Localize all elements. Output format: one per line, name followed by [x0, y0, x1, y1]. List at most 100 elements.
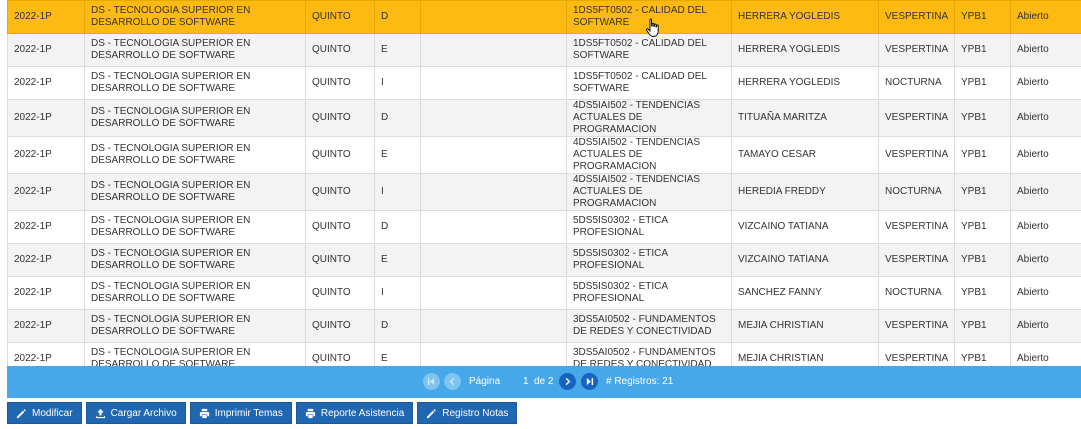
cell-paralelo: D — [374, 99, 421, 137]
upload-icon — [95, 408, 105, 418]
cell-aula: YPB1 — [954, 66, 1011, 100]
prev-page-button[interactable] — [444, 373, 461, 390]
cell-asignatura: 1DS5FT0502 - CALIDAD DEL SOFTWARE — [566, 33, 732, 67]
table-row[interactable]: 2022-1P DS - TECNOLOGIA SUPERIOR EN DESAR… — [7, 99, 1081, 137]
cell-aula: YPB1 — [954, 276, 1011, 310]
cell-aula: YPB1 — [954, 99, 1011, 137]
cell-asignatura: 3DS5AI0502 - FUNDAMENTOS DE REDES Y CONE… — [566, 309, 732, 343]
cell-nivel: QUINTO — [305, 210, 375, 244]
table-row[interactable]: 2022-1P DS - TECNOLOGIA SUPERIOR EN DESAR… — [7, 33, 1081, 67]
cell-estado: Abierto — [1010, 173, 1081, 211]
cell-jornada: VESPERTINA — [878, 243, 955, 277]
table-row[interactable]: 2022-1P DS - TECNOLOGIA SUPERIOR EN DESAR… — [7, 66, 1081, 100]
cell-aula: YPB1 — [954, 243, 1011, 277]
hand-cursor-icon — [646, 18, 659, 37]
pencil-icon — [16, 408, 26, 418]
cell-carrera: DS - TECNOLOGIA SUPERIOR EN DESARROLLO D… — [84, 136, 306, 174]
modificar-label: Modificar — [32, 407, 73, 419]
cell-carrera: DS - TECNOLOGIA SUPERIOR EN DESARROLLO D… — [84, 99, 306, 137]
current-page: 1 — [523, 376, 529, 387]
cell-extra — [420, 276, 567, 310]
page-label: Página — [469, 376, 501, 387]
cell-asignatura: 1DS5FT0502 - CALIDAD DEL SOFTWARE — [566, 66, 732, 100]
pencil-icon — [427, 408, 437, 418]
cell-paralelo: D — [374, 309, 421, 343]
cell-nivel: QUINTO — [305, 276, 375, 310]
cell-estado: Abierto — [1010, 0, 1081, 34]
cell-extra — [420, 243, 567, 277]
cell-aula: YPB1 — [954, 309, 1011, 343]
cell-paralelo: E — [374, 243, 421, 277]
cell-estado: Abierto — [1010, 33, 1081, 67]
reporte-asistencia-button[interactable]: Reporte Asistencia — [295, 402, 414, 424]
cell-jornada: VESPERTINA — [878, 136, 955, 174]
cell-aula: YPB1 — [954, 0, 1011, 34]
cell-asignatura: 5DS5IS0302 - ETICA PROFESIONAL — [566, 210, 732, 244]
cell-nivel: QUINTO — [305, 66, 375, 100]
cell-asignatura: 4DS5IAI502 - TENDENCIAS ACTUALES DE PROG… — [566, 99, 732, 137]
cell-jornada: NOCTURNA — [878, 66, 955, 100]
imprimir-temas-label: Imprimir Temas — [214, 407, 283, 419]
cell-docente: HERRERA YOGLEDIS — [731, 0, 879, 34]
table-row[interactable]: 2022-1P DS - TECNOLOGIA SUPERIOR EN DESAR… — [7, 173, 1081, 211]
table-row[interactable]: 2022-1P DS - TECNOLOGIA SUPERIOR EN DESAR… — [7, 0, 1081, 34]
table-row[interactable]: 2022-1P DS - TECNOLOGIA SUPERIOR EN DESAR… — [7, 309, 1081, 343]
registro-notas-button[interactable]: Registro Notas — [417, 402, 518, 424]
cell-estado: Abierto — [1010, 243, 1081, 277]
cell-extra — [420, 173, 567, 211]
cell-periodo: 2022-1P — [7, 309, 85, 343]
action-toolbar: Modificar Cargar Archivo Imprimir Temas … — [7, 402, 518, 424]
cell-carrera: DS - TECNOLOGIA SUPERIOR EN DESARROLLO D… — [84, 309, 306, 343]
page-count: de 2 — [534, 376, 554, 387]
chevron-right-icon — [565, 377, 571, 386]
cell-extra — [420, 210, 567, 244]
cell-asignatura: 5DS5IS0302 - ETICA PROFESIONAL — [566, 276, 732, 310]
cell-carrera: DS - TECNOLOGIA SUPERIOR EN DESARROLLO D… — [84, 276, 306, 310]
cell-jornada: VESPERTINA — [878, 99, 955, 137]
cell-docente: VIZCAINO TATIANA — [731, 243, 879, 277]
cell-extra — [420, 309, 567, 343]
first-page-icon — [427, 377, 435, 386]
cell-docente: TITUAÑA MARITZA — [731, 99, 879, 137]
cell-periodo: 2022-1P — [7, 0, 85, 34]
cell-periodo: 2022-1P — [7, 276, 85, 310]
first-page-button[interactable] — [423, 373, 440, 390]
table-row[interactable]: 2022-1P DS - TECNOLOGIA SUPERIOR EN DESAR… — [7, 276, 1081, 310]
cell-estado: Abierto — [1010, 276, 1081, 310]
cell-docente: VIZCAINO TATIANA — [731, 210, 879, 244]
cell-docente: HERRERA YOGLEDIS — [731, 66, 879, 100]
cargar-archivo-button[interactable]: Cargar Archivo — [85, 402, 186, 424]
reporte-asistencia-label: Reporte Asistencia — [320, 407, 405, 419]
cell-paralelo: E — [374, 33, 421, 67]
cell-aula: YPB1 — [954, 173, 1011, 211]
cell-paralelo: I — [374, 173, 421, 211]
modificar-button[interactable]: Modificar — [7, 402, 82, 424]
cell-paralelo: D — [374, 210, 421, 244]
cell-carrera: DS - TECNOLOGIA SUPERIOR EN DESARROLLO D… — [84, 210, 306, 244]
cell-jornada: VESPERTINA — [878, 33, 955, 67]
cell-nivel: QUINTO — [305, 243, 375, 277]
pagination-bar: Página 1 de 2 # Registros: 21 — [7, 366, 1081, 398]
table-row[interactable]: 2022-1P DS - TECNOLOGIA SUPERIOR EN DESAR… — [7, 210, 1081, 244]
records-count: # Registros: 21 — [606, 376, 674, 387]
cell-carrera: DS - TECNOLOGIA SUPERIOR EN DESARROLLO D… — [84, 243, 306, 277]
cell-jornada: VESPERTINA — [878, 210, 955, 244]
cell-periodo: 2022-1P — [7, 66, 85, 100]
printer-icon — [305, 408, 315, 418]
registro-notas-label: Registro Notas — [442, 407, 509, 419]
last-page-button[interactable] — [581, 373, 598, 390]
cell-periodo: 2022-1P — [7, 136, 85, 174]
cell-nivel: QUINTO — [305, 309, 375, 343]
cell-estado: Abierto — [1010, 309, 1081, 343]
cell-periodo: 2022-1P — [7, 210, 85, 244]
cell-aula: YPB1 — [954, 136, 1011, 174]
chevron-left-icon — [449, 377, 455, 386]
table-row[interactable]: 2022-1P DS - TECNOLOGIA SUPERIOR EN DESAR… — [7, 136, 1081, 174]
cell-paralelo: E — [374, 136, 421, 174]
next-page-button[interactable] — [559, 373, 576, 390]
cell-estado: Abierto — [1010, 99, 1081, 137]
table-row[interactable]: 2022-1P DS - TECNOLOGIA SUPERIOR EN DESAR… — [7, 243, 1081, 277]
cell-periodo: 2022-1P — [7, 33, 85, 67]
imprimir-temas-button[interactable]: Imprimir Temas — [189, 402, 292, 424]
cell-extra — [420, 0, 567, 34]
